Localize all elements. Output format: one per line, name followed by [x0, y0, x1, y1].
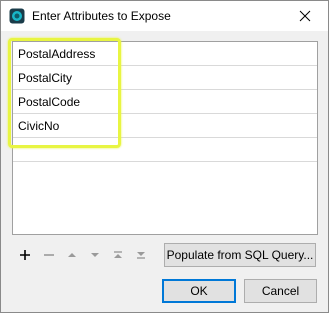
attribute-name: PostalCity: [18, 71, 73, 85]
ok-button[interactable]: OK: [162, 279, 236, 303]
fme-app-icon: [9, 8, 25, 24]
title-bar: Enter Attributes to Expose: [1, 1, 328, 31]
remove-icon[interactable]: [40, 246, 58, 264]
attribute-list[interactable]: PostalAddress PostalCity PostalCode Civi…: [12, 41, 318, 235]
attribute-name: CivicNo: [18, 119, 60, 133]
move-up-icon[interactable]: [63, 246, 81, 264]
list-item[interactable]: PostalCity: [13, 66, 317, 90]
move-down-icon[interactable]: [86, 246, 104, 264]
add-icon[interactable]: [16, 246, 34, 264]
close-button[interactable]: [282, 1, 328, 31]
populate-from-sql-button[interactable]: Populate from SQL Query...: [164, 243, 316, 267]
move-bottom-icon[interactable]: [132, 246, 150, 264]
list-item-empty[interactable]: [13, 138, 317, 162]
cancel-button[interactable]: Cancel: [244, 279, 317, 303]
dialog-window: Enter Attributes to Expose PostalAddress…: [0, 0, 329, 313]
close-icon: [299, 10, 311, 22]
attribute-name: PostalCode: [18, 95, 81, 109]
list-item[interactable]: CivicNo: [13, 114, 317, 138]
move-top-icon[interactable]: [109, 246, 127, 264]
list-item[interactable]: PostalCode: [13, 90, 317, 114]
attribute-name: PostalAddress: [18, 47, 96, 61]
list-item[interactable]: PostalAddress: [13, 42, 317, 66]
dialog-title: Enter Attributes to Expose: [32, 9, 171, 23]
